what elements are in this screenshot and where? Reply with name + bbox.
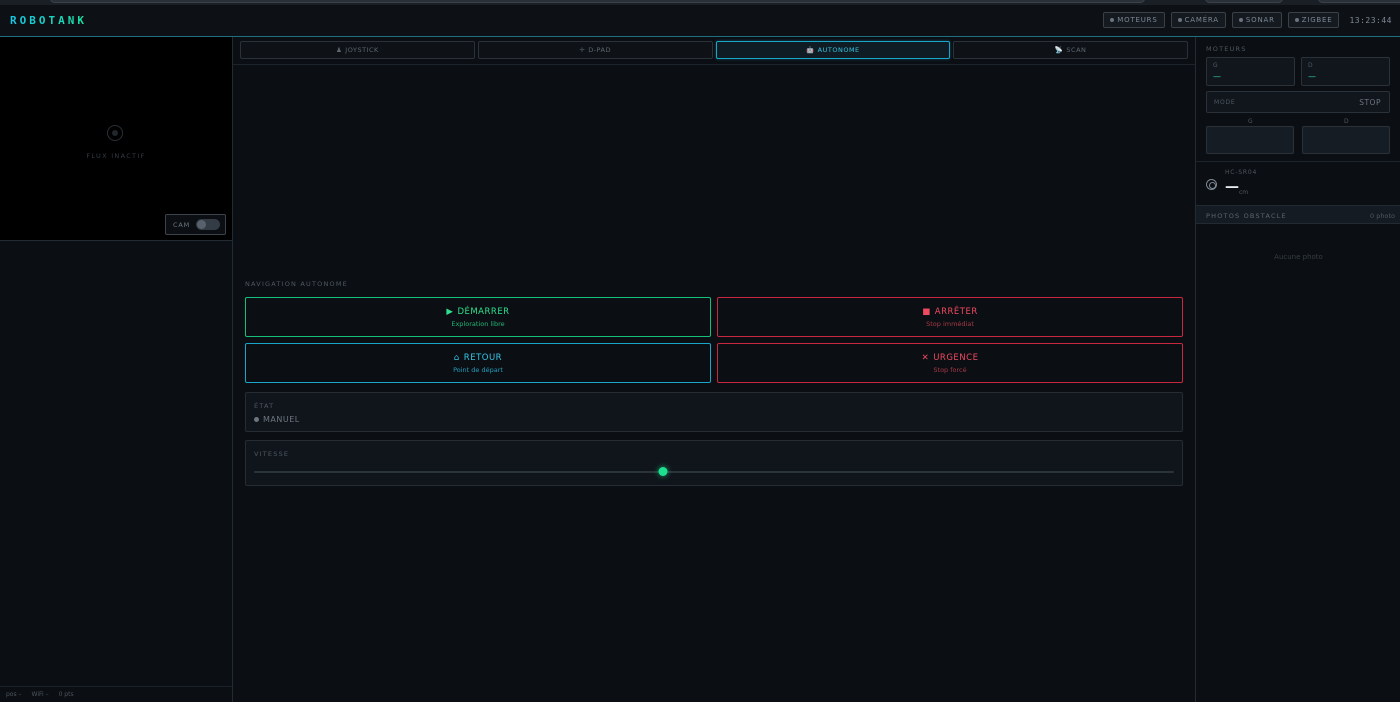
- speed-slider-thumb[interactable]: [658, 467, 668, 476]
- state-label: ÉTAT: [254, 402, 275, 410]
- sonar-icon: [1206, 179, 1217, 190]
- joystick-icon: ♟: [335, 46, 343, 54]
- tab-dpad[interactable]: ✛ D-PAD: [477, 41, 713, 59]
- state-value: MANUEL: [254, 415, 300, 424]
- play-icon: ▶: [446, 306, 454, 317]
- position-readout: pos –: [6, 691, 22, 698]
- status-group: MOTEURS CAMÉRA SONAR ZIGBEE 13:23:44: [1103, 12, 1392, 28]
- start-button[interactable]: ▶ DÉMARRER Exploration libre: [245, 297, 711, 337]
- emergency-button[interactable]: ✕ URGENCE Stop forcé: [717, 343, 1183, 383]
- speed-label: VITESSE: [254, 450, 290, 458]
- right-panel: MOTEURS G — D — MODE STOP G D HC-SR04 — …: [1195, 37, 1400, 702]
- clock: 13:23:44: [1349, 15, 1392, 25]
- camera-toggle-switch[interactable]: [196, 219, 220, 230]
- tab-scan[interactable]: 📡 SCAN: [953, 41, 1188, 59]
- robot-icon: 🤖: [806, 46, 815, 54]
- motor-right-value: —: [1308, 72, 1316, 81]
- state-dot-icon: [254, 417, 259, 422]
- wifi-readout: WiFi –: [31, 691, 49, 698]
- status-badge-camera: CAMÉRA: [1170, 12, 1226, 28]
- photos-title: PHOTOS OBSTACLE: [1206, 212, 1287, 220]
- points-readout: 0 pts: [58, 691, 74, 698]
- status-badge-moteurs: MOTEURS: [1103, 12, 1165, 28]
- motor-right-bar: [1302, 126, 1390, 154]
- status-badge-zigbee: ZIGBEE: [1287, 12, 1340, 28]
- browser-control: [1318, 0, 1400, 3]
- status-dot-icon: [1238, 18, 1243, 22]
- motor-mode-value: STOP: [1359, 98, 1381, 107]
- tab-joystick[interactable]: ♟ JOYSTICK: [240, 41, 475, 59]
- browser-control: [1205, 0, 1283, 3]
- address-bar: [50, 0, 1145, 3]
- status-badge-sonar: SONAR: [1231, 12, 1282, 28]
- camera-view: FLUX INACTIF CAM: [0, 37, 232, 241]
- section-title: NAVIGATION AUTONOME: [245, 280, 348, 288]
- left-panel: FLUX INACTIF CAM pos – WiFi – 0 pts: [0, 37, 233, 702]
- app-header: ROBOTANK MOTEURS CAMÉRA SONAR ZIGBEE 13:…: [0, 5, 1400, 37]
- satellite-icon: 📡: [1054, 46, 1064, 54]
- app-logo: ROBOTANK: [10, 14, 87, 27]
- camera-toggle-control[interactable]: CAM: [165, 214, 226, 235]
- state-panel: ÉTAT MANUEL: [245, 392, 1183, 432]
- stop-button[interactable]: ■ ARRÊTER Stop immédiat: [717, 297, 1183, 337]
- camera-toggle-label: CAM: [173, 220, 190, 229]
- camera-flux-status: FLUX INACTIF: [86, 152, 146, 160]
- camera-icon: [107, 125, 123, 141]
- tab-autonome[interactable]: 🤖 AUTONOME: [715, 41, 951, 59]
- photos-empty-message: Aucune photo: [1274, 253, 1323, 261]
- status-dot-icon: [1294, 18, 1299, 22]
- close-icon: ✕: [921, 352, 930, 363]
- divider: [1196, 161, 1400, 162]
- status-dot-icon: [1110, 18, 1115, 22]
- motor-left-value: —: [1213, 72, 1221, 81]
- sonar-value: —: [1225, 179, 1239, 195]
- mode-tabs: ♟ JOYSTICK ✛ D-PAD 🤖 AUTONOME 📡 SCAN: [240, 41, 1188, 59]
- home-icon: ⌂: [453, 352, 460, 363]
- motor-right-box: D —: [1301, 57, 1390, 86]
- return-home-button[interactable]: ⌂ RETOUR Point de départ: [245, 343, 711, 383]
- motors-label: MOTEURS: [1206, 45, 1247, 53]
- stop-square-icon: ■: [922, 306, 931, 317]
- sonar-name: HC-SR04: [1225, 169, 1258, 176]
- left-footer: pos – WiFi – 0 pts: [0, 686, 232, 702]
- photos-header: PHOTOS OBSTACLE 0 photo: [1196, 205, 1400, 224]
- motor-left-bar: [1206, 126, 1294, 154]
- speed-panel: VITESSE: [245, 440, 1183, 486]
- speed-slider-track[interactable]: [254, 471, 1174, 473]
- status-dot-icon: [1177, 18, 1182, 22]
- center-panel: ♟ JOYSTICK ✛ D-PAD 🤖 AUTONOME 📡 SCAN NAVIGAT…: [233, 37, 1195, 702]
- motor-left-box: G —: [1206, 57, 1295, 86]
- sonar-unit: cm: [1239, 189, 1249, 196]
- dpad-icon: ✛: [579, 46, 586, 54]
- photos-count: 0 photo: [1370, 212, 1395, 220]
- tab-divider: [233, 64, 1195, 65]
- motor-mode-box: MODE STOP: [1206, 91, 1390, 113]
